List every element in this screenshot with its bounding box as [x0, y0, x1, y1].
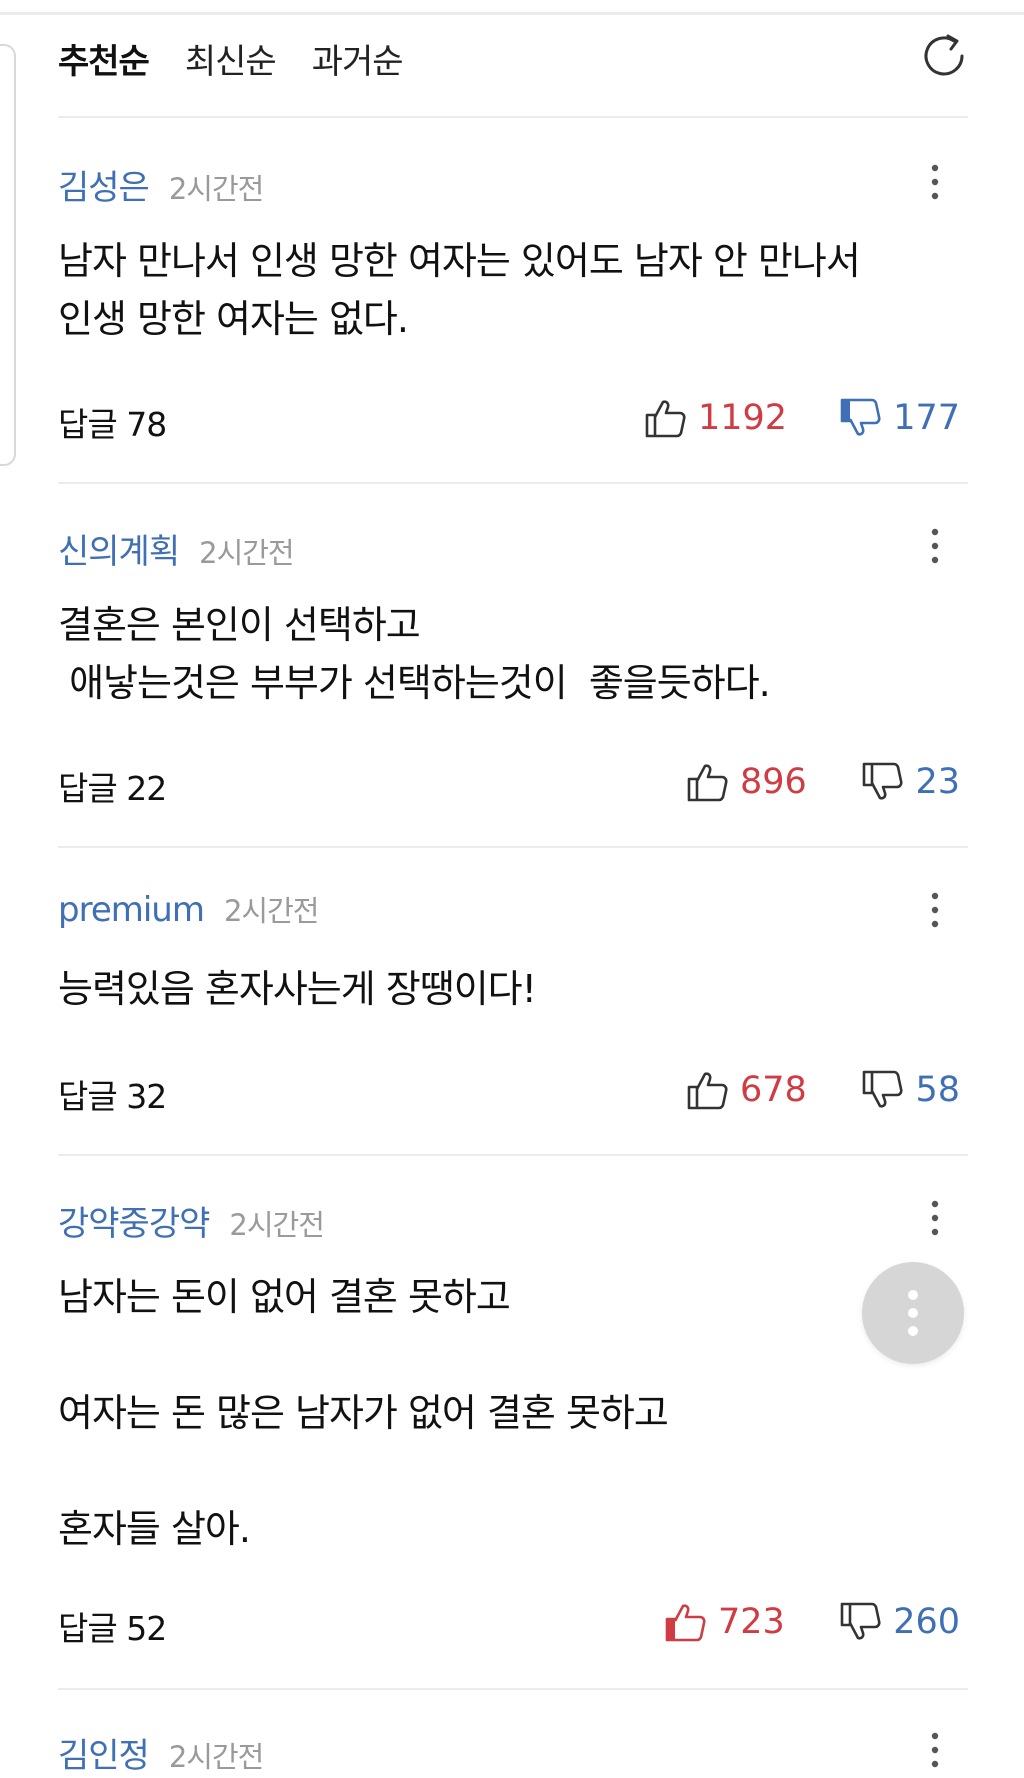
divider [58, 116, 968, 118]
thumbs-down-icon [863, 1070, 903, 1108]
more-options-icon[interactable] [926, 526, 944, 566]
thumbs-down-icon [840, 398, 881, 436]
comment-meta: 김성은 2시간전 [58, 160, 264, 210]
reply-button[interactable]: 답글 22 [58, 762, 167, 810]
comment-actions: 답글 32 678 58 [58, 1062, 968, 1118]
comment-meta: 강약중강약 2시간전 [58, 1196, 325, 1246]
dislike-count: 260 [893, 1602, 960, 1642]
reply-button[interactable]: 답글 32 [58, 1070, 167, 1118]
comment-item: 강약중강약 2시간전 남자는 돈이 없어 결혼 못하고 여자는 돈 많은 남자가… [58, 1196, 968, 1648]
divider [58, 1688, 968, 1690]
comment-time: 2시간전 [168, 1740, 264, 1774]
comment-actions: 답글 52 723 260 [58, 1594, 968, 1650]
thumbs-up-icon [645, 400, 686, 438]
comment-meta: premium 2시간전 [58, 888, 319, 938]
comment-author[interactable]: 김성은 [58, 160, 150, 209]
comment-time: 2시간전 [223, 894, 319, 928]
sort-tab-latest[interactable]: 최신순 [185, 34, 277, 83]
dislike-button[interactable]: 23 [861, 760, 960, 804]
dislike-count: 177 [893, 398, 960, 438]
comment-item: premium 2시간전 능력있음 혼자사는게 장땡이다! 답글 32 678 … [58, 888, 968, 1148]
divider [58, 1154, 968, 1156]
like-count: 896 [740, 762, 807, 802]
comment-author[interactable]: 김인정 [58, 1728, 150, 1777]
comment-text: 능력있음 혼자사는게 장땡이다! [58, 967, 537, 1011]
dislike-button[interactable]: 260 [839, 1600, 960, 1644]
like-button[interactable]: 723 [664, 1600, 785, 1644]
dislike-button[interactable]: 58 [861, 1068, 960, 1112]
comment-time: 2시간전 [229, 1208, 324, 1242]
comment-meta: 김인정 2시간전 [58, 1728, 264, 1778]
comment-time: 2시간전 [199, 536, 294, 570]
comment-item: 김인정 2시간전 [58, 1728, 968, 1776]
thumbs-up-icon [687, 764, 728, 802]
sort-tab-oldest[interactable]: 과거순 [312, 34, 404, 83]
like-count: 678 [740, 1070, 807, 1110]
side-panel-edge[interactable] [0, 44, 16, 466]
dislike-count: 58 [915, 1070, 960, 1110]
sort-tab-recommended[interactable]: 추천순 [58, 34, 150, 83]
comment-actions: 답글 78 1192 177 [58, 390, 968, 446]
like-button[interactable]: 1192 [644, 396, 787, 440]
divider [58, 482, 968, 484]
comment-text: 남자는 돈이 없어 결혼 못하고 여자는 돈 많은 남자가 없어 결혼 못하고 … [58, 1275, 669, 1551]
comment-text: 남자 만나서 인생 망한 여자는 있어도 남자 안 만나서 인생 망한 여자는 … [58, 239, 861, 341]
thumbs-down-icon [840, 1602, 881, 1640]
dislike-button[interactable]: 177 [839, 396, 960, 440]
floating-menu-button[interactable] [862, 1262, 964, 1364]
comment-actions: 답글 22 896 23 [58, 754, 968, 810]
refresh-icon[interactable] [918, 30, 970, 82]
comment-author[interactable]: 강약중강약 [58, 1196, 210, 1245]
like-count: 1192 [698, 398, 788, 438]
divider [58, 846, 968, 848]
more-options-icon[interactable] [926, 890, 944, 930]
more-vertical-icon [908, 1290, 918, 1336]
comment-meta: 신의계획 2시간전 [58, 524, 295, 574]
thumbs-up-icon [665, 1604, 706, 1642]
comment-item: 김성은 2시간전 남자 만나서 인생 망한 여자는 있어도 남자 안 만나서 인… [58, 160, 968, 470]
reply-button[interactable]: 답글 78 [58, 398, 167, 446]
comment-author[interactable]: 신의계획 [58, 524, 180, 573]
thumbs-up-icon [687, 1072, 728, 1110]
like-button[interactable]: 678 [686, 1068, 807, 1112]
comment-item: 신의계획 2시간전 결혼은 본인이 선택하고 애낳는것은 부부가 선택하는것이 … [58, 524, 968, 834]
like-button[interactable]: 896 [686, 760, 807, 804]
dislike-count: 23 [915, 762, 960, 802]
like-count: 723 [718, 1602, 785, 1642]
more-options-icon[interactable] [926, 1198, 944, 1238]
more-options-icon[interactable] [926, 1730, 944, 1770]
top-divider [0, 12, 1024, 15]
sort-bar: 추천순 최신순 과거순 [58, 22, 970, 94]
more-options-icon[interactable] [926, 162, 944, 202]
thumbs-down-icon [863, 762, 903, 800]
comment-time: 2시간전 [168, 172, 264, 206]
comment-author[interactable]: premium [58, 890, 205, 930]
reply-button[interactable]: 답글 52 [58, 1602, 167, 1650]
comment-text: 결혼은 본인이 선택하고 애낳는것은 부부가 선택하는것이 좋을듯하다. [58, 603, 771, 705]
